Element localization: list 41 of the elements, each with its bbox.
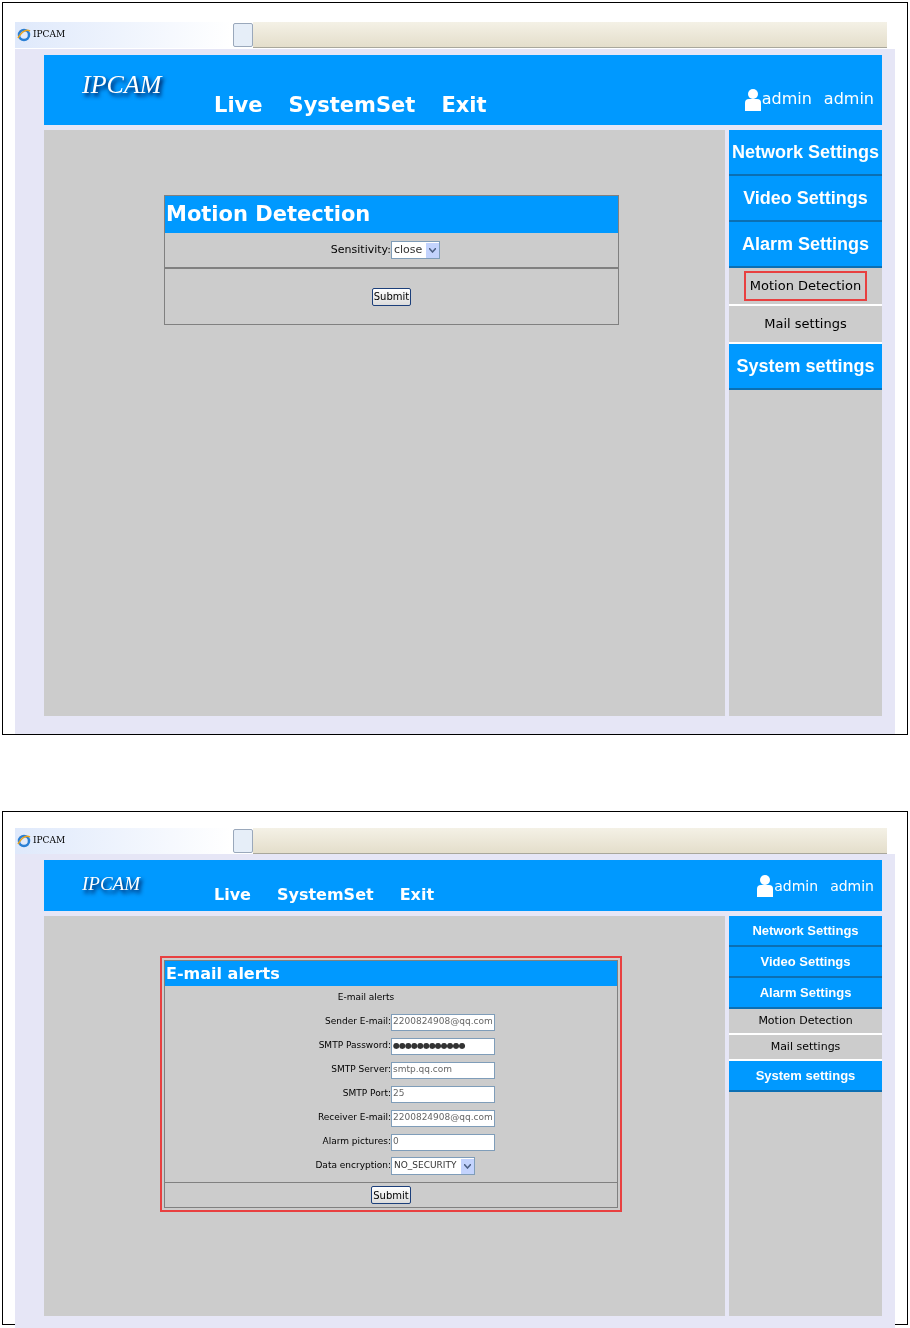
input-field[interactable]: 0 (391, 1133, 495, 1151)
submit-button[interactable]: Submit (371, 1186, 411, 1204)
input-field[interactable]: smtp.qq.com (391, 1061, 495, 1079)
new-tab-button[interactable] (233, 829, 253, 853)
user-label: admin (761, 88, 812, 110)
input-field[interactable]: 2200824908@qq.com (391, 1013, 495, 1031)
field-label: Receiver E-mail: (316, 1111, 391, 1125)
password-field[interactable]: ●●●●●●●●●●●● (391, 1037, 495, 1055)
input-field[interactable]: 2200824908@qq.com (391, 1109, 495, 1127)
browser-icon (17, 28, 31, 42)
tab-title: IPCAM (33, 28, 66, 42)
tab-title: IPCAM (33, 834, 66, 848)
submit-button[interactable]: Submit (371, 287, 412, 306)
user-name: admin (823, 88, 874, 110)
field-label: Sender E-mail: (324, 1015, 391, 1029)
user-name: admin (830, 877, 874, 896)
form-subtitle: E-mail alerts (337, 991, 395, 1005)
caret-icon (460, 1158, 474, 1174)
logo: IPCAM (82, 872, 141, 896)
sidebar-item[interactable]: Motion Detection (743, 271, 868, 301)
form-title: E-mail alerts (165, 961, 617, 986)
user-icon (743, 89, 762, 111)
logo: IPCAM (82, 69, 162, 101)
sidebar-item[interactable]: Mail settings (764, 314, 847, 334)
input-field[interactable]: 25 (391, 1085, 495, 1103)
browser-icon (17, 834, 31, 848)
field-label: Data encryption: (314, 1159, 391, 1173)
sidebar-item[interactable]: Mail settings (770, 1038, 841, 1056)
user-label: admin (774, 877, 819, 896)
new-tab-button[interactable] (233, 23, 253, 47)
caret-icon (426, 242, 440, 258)
field-label: SMTP Server: (330, 1063, 391, 1077)
user-icon (756, 875, 775, 897)
form-title: Motion Detection (165, 196, 618, 233)
field-label: Sensitivity: (329, 241, 391, 258)
sidebar-item[interactable]: Motion Detection (758, 1012, 853, 1030)
dropdown[interactable]: close (391, 241, 441, 259)
field-label: SMTP Password: (317, 1039, 391, 1053)
field-label: SMTP Port: (341, 1087, 391, 1101)
dropdown[interactable]: NO_SECURITY (391, 1157, 475, 1175)
field-label: Alarm pictures: (321, 1135, 391, 1149)
